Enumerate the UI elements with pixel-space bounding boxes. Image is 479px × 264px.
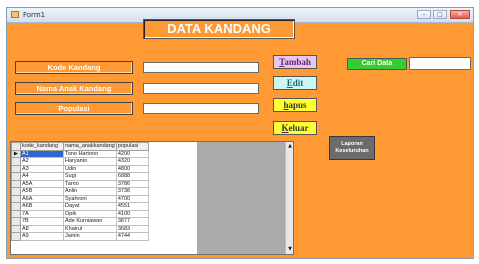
column-header-populasi[interactable]: populasi bbox=[115, 142, 149, 151]
cell-kode-kandang[interactable]: A8 bbox=[20, 224, 64, 233]
grid-empty-area bbox=[197, 142, 285, 254]
cell-nama-anakkandang[interactable]: Dayat bbox=[63, 202, 117, 211]
row-indicator[interactable] bbox=[11, 224, 21, 233]
cell-populasi[interactable]: 4200 bbox=[115, 149, 149, 158]
row-indicator[interactable] bbox=[11, 209, 21, 218]
row-indicator[interactable] bbox=[11, 157, 21, 166]
cell-nama-anakkandang[interactable]: Sugi bbox=[63, 172, 117, 181]
grid-header-row: kode_kandang nama_anakkandang populasi bbox=[11, 142, 149, 151]
cell-populasi[interactable]: 6888 bbox=[115, 172, 149, 181]
cell-nama-anakkandang[interactable]: Udin bbox=[63, 164, 117, 173]
cell-nama-anakkandang[interactable]: Tarno bbox=[63, 179, 117, 188]
row-indicator[interactable] bbox=[11, 232, 21, 241]
cell-kode-kandang[interactable]: A9 bbox=[20, 232, 64, 241]
laporan-label-line1: Laporan bbox=[341, 141, 363, 147]
close-button[interactable]: ✕ bbox=[450, 10, 470, 19]
form-window: Form1 – □ ✕ DATA KANDANG Kode Kandang Na… bbox=[6, 7, 474, 259]
row-indicator[interactable] bbox=[11, 172, 21, 181]
label-kode-kandang: Kode Kandang bbox=[15, 61, 133, 74]
cell-kode-kandang[interactable]: 7A bbox=[20, 209, 64, 218]
cell-nama-anakkandang[interactable]: Anlin bbox=[63, 187, 117, 196]
cell-populasi[interactable]: 4320 bbox=[115, 157, 149, 166]
grid-table: kode_kandang nama_anakkandang populasi ▶… bbox=[11, 142, 149, 241]
grid-body: kode_kandang nama_anakkandang populasi ▶… bbox=[11, 142, 197, 254]
column-header-kode-kandang[interactable]: kode_kandang bbox=[20, 142, 64, 151]
row-indicator[interactable] bbox=[11, 187, 21, 196]
table-row[interactable]: ▶ A1 Tono Hartono 4200 bbox=[11, 149, 149, 158]
table-row[interactable]: A5B Anlin 3738 bbox=[11, 187, 149, 196]
cell-kode-kandang[interactable]: A5B bbox=[20, 187, 64, 196]
column-header-nama-anakkandang[interactable]: nama_anakkandang bbox=[63, 142, 117, 151]
cell-populasi[interactable]: 4744 bbox=[115, 232, 149, 241]
scroll-up-icon[interactable]: ▲ bbox=[286, 142, 293, 150]
cell-kode-kandang[interactable]: A4 bbox=[20, 172, 64, 181]
label-populasi: Populasi bbox=[15, 102, 133, 115]
cell-kode-kandang[interactable]: A6A bbox=[20, 194, 64, 203]
cell-nama-anakkandang[interactable]: Opik bbox=[63, 209, 117, 218]
table-row[interactable]: A6B Dayat 4551 bbox=[11, 202, 149, 211]
populasi-input[interactable] bbox=[143, 103, 259, 114]
cari-data-button[interactable]: Cari Data bbox=[347, 58, 407, 70]
cell-populasi[interactable]: 3738 bbox=[115, 187, 149, 196]
maximize-button[interactable]: □ bbox=[433, 10, 447, 19]
row-indicator[interactable] bbox=[11, 179, 21, 188]
data-grid[interactable]: kode_kandang nama_anakkandang populasi ▶… bbox=[10, 141, 294, 255]
kode-kandang-input[interactable] bbox=[143, 62, 259, 73]
laporan-label-line2: Keseluruhan bbox=[335, 148, 369, 154]
cell-nama-anakkandang[interactable]: Khairul bbox=[63, 224, 117, 233]
app-icon bbox=[11, 11, 19, 18]
cell-nama-anakkandang[interactable]: Haryanto bbox=[63, 157, 117, 166]
tambah-button[interactable]: Tambah bbox=[273, 55, 317, 69]
vertical-scrollbar[interactable]: ▲ ▼ bbox=[285, 142, 293, 254]
row-indicator[interactable]: ▶ bbox=[11, 149, 21, 158]
cell-populasi[interactable]: 4700 bbox=[115, 194, 149, 203]
cell-nama-anakkandang[interactable]: Tono Hartono bbox=[63, 149, 117, 158]
tambah-label: ambah bbox=[284, 57, 311, 67]
cell-nama-anakkandang[interactable]: Jamin bbox=[63, 232, 117, 241]
header-corner bbox=[11, 142, 21, 151]
cell-kode-kandang[interactable]: A2 bbox=[20, 157, 64, 166]
cell-kode-kandang[interactable]: 7B bbox=[20, 217, 64, 226]
window-title: Form1 bbox=[23, 11, 46, 19]
table-row[interactable]: A3 Udin 4800 bbox=[11, 164, 149, 173]
cell-nama-anakkandang[interactable]: Syahroni bbox=[63, 194, 117, 203]
nama-anak-kandang-input[interactable] bbox=[143, 83, 259, 94]
cell-kode-kandang[interactable]: A3 bbox=[20, 164, 64, 173]
table-row[interactable]: A6A Syahroni 4700 bbox=[11, 194, 149, 203]
cari-data-input[interactable] bbox=[409, 57, 471, 70]
hapus-label: apus bbox=[288, 100, 307, 110]
cell-kode-kandang[interactable]: A6B bbox=[20, 202, 64, 211]
scroll-down-icon[interactable]: ▼ bbox=[286, 245, 293, 253]
table-row[interactable]: A9 Jamin 4744 bbox=[11, 232, 149, 241]
keluar-label: eluar bbox=[288, 123, 309, 133]
table-row[interactable]: A2 Haryanto 4320 bbox=[11, 157, 149, 166]
cell-kode-kandang[interactable]: A1 bbox=[20, 149, 64, 158]
cell-kode-kandang[interactable]: A5A bbox=[20, 179, 64, 188]
hapus-button[interactable]: hapus bbox=[273, 98, 317, 112]
cell-populasi[interactable]: 4551 bbox=[115, 202, 149, 211]
row-indicator[interactable] bbox=[11, 202, 21, 211]
row-indicator[interactable] bbox=[11, 164, 21, 173]
table-row[interactable]: 7B Ade Kurniawan 3877 bbox=[11, 217, 149, 226]
table-row[interactable]: 7A Opik 4100 bbox=[11, 209, 149, 218]
cell-populasi[interactable]: 3786 bbox=[115, 179, 149, 188]
row-indicator[interactable] bbox=[11, 194, 21, 203]
cell-populasi[interactable]: 4100 bbox=[115, 209, 149, 218]
cell-populasi[interactable]: 4800 bbox=[115, 164, 149, 173]
label-nama-anak-kandang: Nama Anak Kandang bbox=[15, 82, 133, 95]
cell-populasi[interactable]: 3877 bbox=[115, 217, 149, 226]
edit-label: dit bbox=[292, 78, 304, 88]
laporan-keseluruhan-button[interactable]: Laporan Keseluruhan bbox=[329, 136, 375, 160]
row-indicator[interactable] bbox=[11, 217, 21, 226]
cell-nama-anakkandang[interactable]: Ade Kurniawan bbox=[63, 217, 117, 226]
minimize-button[interactable]: – bbox=[417, 10, 431, 19]
edit-button[interactable]: Edit bbox=[273, 76, 317, 90]
cell-populasi[interactable]: 3683 bbox=[115, 224, 149, 233]
page-title: DATA KANDANG bbox=[143, 19, 295, 39]
keluar-button[interactable]: Keluar bbox=[273, 121, 317, 135]
table-row[interactable]: A5A Tarno 3786 bbox=[11, 179, 149, 188]
table-row[interactable]: A4 Sugi 6888 bbox=[11, 172, 149, 181]
keluar-accel: K bbox=[281, 123, 289, 133]
table-row[interactable]: A8 Khairul 3683 bbox=[11, 224, 149, 233]
